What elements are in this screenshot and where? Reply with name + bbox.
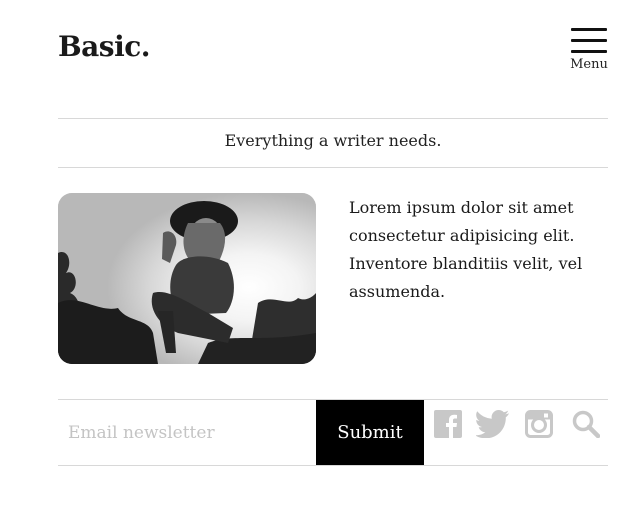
- email-newsletter-input[interactable]: [58, 400, 316, 465]
- hero-image: [58, 193, 316, 364]
- newsletter-form: Submit: [58, 400, 608, 465]
- search-icon[interactable]: [572, 410, 600, 440]
- divider-top: [58, 118, 608, 119]
- submit-button[interactable]: Submit: [316, 400, 424, 465]
- menu-button[interactable]: Menu: [565, 26, 613, 72]
- article-body: Lorem ipsum dolor sit amet consectetur a…: [349, 198, 583, 301]
- hamburger-icon[interactable]: [571, 26, 607, 53]
- twitter-icon[interactable]: [476, 410, 510, 440]
- tagline: Everything a writer needs.: [224, 131, 442, 150]
- divider-middle: [58, 167, 608, 168]
- site-logo[interactable]: Basic.: [58, 30, 151, 63]
- facebook-icon[interactable]: [434, 410, 462, 440]
- instagram-icon[interactable]: [525, 410, 553, 440]
- divider-newsletter-bottom: [58, 465, 608, 466]
- menu-label[interactable]: Menu: [565, 57, 613, 72]
